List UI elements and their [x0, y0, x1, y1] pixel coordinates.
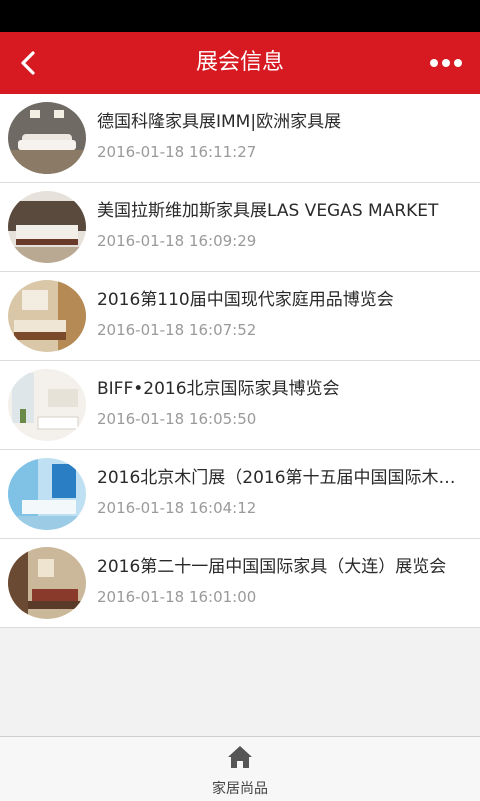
item-title: 德国科隆家具展IMM|欧洲家具展 [97, 112, 342, 132]
list-item[interactable]: 美国拉斯维加斯家具展LAS VEGAS MARKET 2016-01-18 16… [0, 183, 480, 272]
tab-home[interactable]: 家居尚品 [190, 737, 290, 801]
white-interior-image [8, 369, 86, 441]
tab-home-label: 家居尚品 [212, 781, 268, 797]
item-date: 2016-01-18 16:11:27 [97, 143, 257, 161]
item-title: 美国拉斯维加斯家具展LAS VEGAS MARKET [97, 201, 439, 221]
home-icon [228, 746, 252, 768]
bottom-tab-bar: 家居尚品 [0, 736, 480, 801]
classic-living-room-image [8, 547, 86, 619]
page-title: 展会信息 [195, 50, 284, 75]
item-title: 2016北京木门展（2016第十五届中国国际木门展） [97, 468, 471, 488]
item-date: 2016-01-18 16:04:12 [97, 499, 257, 517]
list-item[interactable]: 2016第110届中国现代家庭用品博览会 2016-01-18 16:07:52 [0, 272, 480, 361]
blue-bedroom-image [8, 458, 86, 530]
more-button[interactable] [424, 32, 468, 94]
status-bar [0, 0, 480, 32]
list-item[interactable]: 2016北京木门展（2016第十五届中国国际木门展） 2016-01-18 16… [0, 450, 480, 539]
item-title: BIFF•2016北京国际家具博览会 [97, 379, 340, 399]
item-date: 2016-01-18 16:07:52 [97, 321, 257, 339]
item-title: 2016第110届中国现代家庭用品博览会 [97, 290, 394, 310]
item-title: 2016第二十一届中国国际家具（大连）展览会 [97, 557, 447, 577]
more-dots-icon [430, 59, 462, 67]
living-room-sofa-image [8, 102, 86, 174]
item-date: 2016-01-18 16:09:29 [97, 232, 257, 250]
bedroom-wood-image [8, 280, 86, 352]
list-item[interactable]: BIFF•2016北京国际家具博览会 2016-01-18 16:05:50 [0, 361, 480, 450]
app-header: 展会信息 [0, 32, 480, 94]
exhibition-list: 德国科隆家具展IMM|欧洲家具展 2016-01-18 16:11:27 美国拉… [0, 94, 480, 628]
list-item[interactable]: 德国科隆家具展IMM|欧洲家具展 2016-01-18 16:11:27 [0, 94, 480, 183]
bedroom-image [8, 191, 86, 263]
item-date: 2016-01-18 16:01:00 [97, 588, 257, 606]
list-item[interactable]: 2016第二十一届中国国际家具（大连）展览会 2016-01-18 16:01:… [0, 539, 480, 628]
item-date: 2016-01-18 16:05:50 [97, 410, 257, 428]
